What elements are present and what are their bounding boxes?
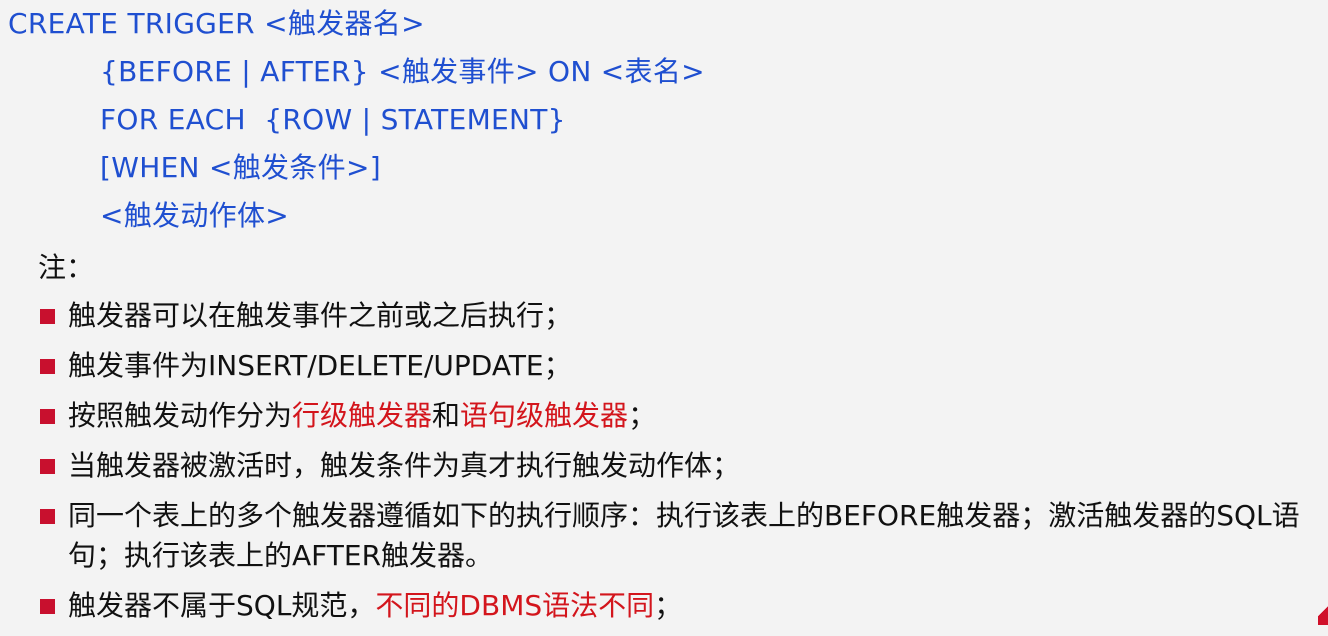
red-square-bullet-icon: [40, 599, 55, 614]
highlight-row-trigger: 行级触发器: [292, 399, 433, 432]
note-text: 同一个表上的多个触发器遵循如下的执行顺序：执行该表上的BEFORE触发器；激活触…: [68, 499, 1300, 572]
note-bullet: 触发器不属于SQL规范，不同的DBMS语法不同；: [38, 586, 1328, 626]
note-text-pre: 按照触发动作分为: [68, 399, 293, 432]
note-text: 当触发器被激活时，触发条件为真才执行触发动作体；: [68, 449, 741, 482]
note-bullet: 触发事件为INSERT/DELETE/UPDATE；: [38, 346, 1328, 386]
red-square-bullet-icon: [40, 459, 55, 474]
note-text-post: ；: [628, 399, 657, 432]
note-text: 触发器可以在触发事件之前或之后执行；: [68, 299, 573, 332]
highlight-dbms-syntax: 不同的DBMS语法不同: [375, 589, 655, 622]
red-square-bullet-icon: [40, 509, 55, 524]
slide: CREATE TRIGGER <触发器名> {BEFORE | AFTER} <…: [0, 0, 1328, 625]
note-text-pre: 触发器不属于SQL规范，: [68, 589, 376, 622]
code-line-create-trigger: CREATE TRIGGER <触发器名>: [8, 7, 425, 40]
code-line-before-after: {BEFORE | AFTER} <触发事件> ON <表名>: [100, 55, 705, 88]
note-bullet: 当触发器被激活时，触发条件为真才执行触发动作体；: [38, 446, 1328, 486]
note-bullet: 同一个表上的多个触发器遵循如下的执行顺序：执行该表上的BEFORE触发器；激活触…: [38, 496, 1328, 576]
red-square-bullet-icon: [40, 359, 55, 374]
note-text-post: ；: [654, 589, 683, 622]
corner-decoration: [1318, 597, 1328, 625]
code-line-when: [WHEN <触发条件>]: [100, 151, 381, 184]
note-text: 触发事件为INSERT/DELETE/UPDATE；: [68, 349, 572, 382]
note-bullet: 按照触发动作分为行级触发器和语句级触发器；: [38, 396, 1328, 436]
highlight-statement-trigger: 语句级触发器: [460, 399, 629, 432]
note-bullet: 触发器可以在触发事件之前或之后执行；: [38, 296, 1328, 336]
red-square-bullet-icon: [40, 409, 55, 424]
red-square-bullet-icon: [40, 309, 55, 324]
note-bullet-list: 触发器可以在触发事件之前或之后执行； 触发事件为INSERT/DELETE/UP…: [38, 296, 1328, 636]
code-line-for-each: FOR EACH {ROW | STATEMENT}: [100, 103, 566, 136]
code-line-action-body: <触发动作体>: [100, 199, 290, 232]
note-text-mid: 和: [432, 399, 461, 432]
note-label: 注：: [38, 251, 95, 284]
